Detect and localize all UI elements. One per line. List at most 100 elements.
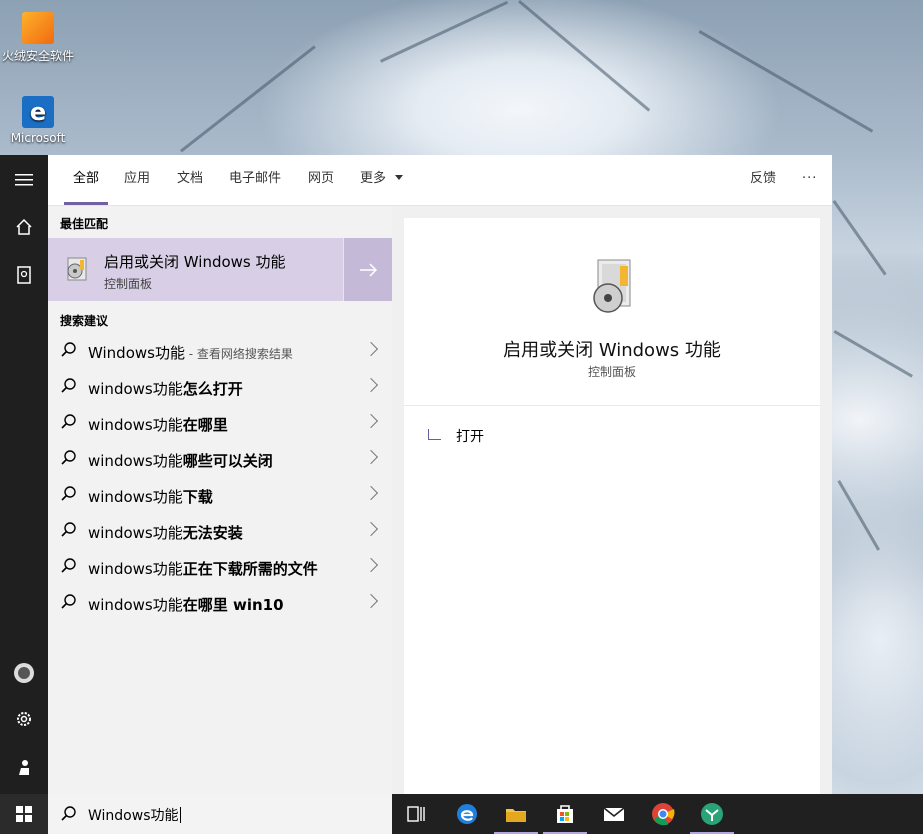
preview-pane: 启用或关闭 Windows 功能 控制面板 打开 [404,218,820,795]
tab-all[interactable]: 全部 [64,155,109,205]
file-explorer-icon[interactable] [494,800,538,834]
suggestion-prefix: windows功能 [88,452,183,470]
search-icon [61,342,76,357]
suggestions-header: 搜索建议 [60,314,109,328]
task-view-icon[interactable] [402,800,430,828]
suggestion-prefix: windows功能 [88,416,183,434]
search-icon [61,378,76,393]
tab-web[interactable]: 网页 [308,155,334,203]
expand-preview-button[interactable] [343,238,392,301]
feedback-link[interactable]: 反馈 [750,155,776,203]
user-avatar-icon[interactable] [12,662,36,686]
suggestion-row[interactable]: windows功能在哪里 win10 [48,585,392,621]
hamburger-menu-icon[interactable] [12,170,36,194]
preview-subtitle: 控制面板 [587,365,636,379]
suggestion-row[interactable]: windows功能下载 [48,477,392,513]
search-icon [61,486,76,501]
search-icon [61,558,76,573]
suggestion-bold: 怎么打开 [182,380,243,398]
taskbar-search-box[interactable]: Windows功能 [48,794,392,834]
arrow-right-icon [360,263,378,277]
suggestion-prefix: Windows功能 [88,344,185,362]
preview-header: 启用或关闭 Windows 功能 控制面板 [404,218,820,406]
chrome-icon[interactable] [649,800,677,828]
search-panel: 全部 应用 文档 电子邮件 网页 更多 反馈 ··· 最佳匹配 启用或关闭 Wi… [48,155,832,795]
desktop-icon-label: Microsoft [10,131,66,145]
home-icon[interactable] [12,218,36,242]
feedback-person-icon[interactable] [12,758,36,782]
gear-icon[interactable] [12,710,36,734]
chevron-right-icon [363,557,379,573]
text-caret [179,807,181,823]
search-value: Windows功能 [88,808,179,824]
suggestion-prefix: windows功能 [88,488,183,506]
suggestion-bold: 正在下载所需的文件 [182,560,318,578]
suggestion-row[interactable]: windows功能无法安装 [48,513,392,549]
search-icon [61,806,76,821]
suggestion-text: windows功能无法安装 [88,522,243,543]
mail-icon[interactable] [600,800,628,828]
suggestion-text: windows功能怎么打开 [88,378,243,399]
chevron-right-icon [363,485,379,501]
tab-email[interactable]: 电子邮件 [229,155,281,203]
suggestion-prefix: windows功能 [88,560,183,578]
suggestion-text: windows功能在哪里 win10 [88,594,284,615]
suggestion-bold: 在哪里 [182,416,228,434]
chevron-right-icon [363,521,379,537]
windows-features-large-icon [593,259,631,313]
suggestion-text: windows功能在哪里 [88,414,228,435]
more-options-button[interactable]: ··· [802,155,817,203]
desktop-icon-huorong[interactable]: 火绒安全软件 [0,12,76,64]
chevron-right-icon [363,341,379,357]
suggestion-row[interactable]: windows功能怎么打开 [48,369,392,405]
best-match-title: 启用或关闭 Windows 功能 [104,253,286,271]
desktop-icon-edge[interactable]: e Microsoft [0,96,76,145]
start-button[interactable] [0,794,48,834]
best-match-header: 最佳匹配 [60,217,109,231]
preview-title: 启用或关闭 Windows 功能 [503,340,721,361]
suggestion-text: windows功能下载 [88,486,213,507]
tab-more[interactable]: 更多 [360,155,404,203]
taskbar: Windows功能 [0,794,923,834]
start-rail [0,155,48,795]
suggestion-text: Windows功能 - 查看网络搜索结果 [88,342,293,363]
suggestion-prefix: windows功能 [88,524,183,542]
search-icon [61,414,76,429]
suggestion-row[interactable]: windows功能在哪里 [48,405,392,441]
open-external-icon [428,429,441,440]
suggestion-row[interactable]: Windows功能 - 查看网络搜索结果 [48,333,392,369]
store-icon[interactable] [543,800,587,834]
scope-tabs: 全部 应用 文档 电子邮件 网页 更多 反馈 ··· [48,155,832,206]
chevron-right-icon [363,449,379,465]
chevron-right-icon [363,377,379,393]
suggestion-prefix: windows功能 [88,380,183,398]
windows-logo-icon [16,806,32,822]
search-icon [61,450,76,465]
notebook-icon[interactable] [12,266,36,290]
chevron-right-icon [363,593,379,609]
edge-icon[interactable] [453,800,481,828]
best-match-item[interactable]: 启用或关闭 Windows 功能 控制面板 [48,238,392,301]
chevron-right-icon [363,413,379,429]
suggestion-row[interactable]: windows功能哪些可以关闭 [48,441,392,477]
suggestion-bold: 下载 [182,488,213,506]
results-list: 最佳匹配 启用或关闭 Windows 功能 控制面板 搜索建议 Windows功… [48,206,392,795]
suggestion-prefix: windows功能 [88,596,183,614]
suggestion-bold: 在哪里 win10 [182,596,284,614]
tab-apps[interactable]: 应用 [124,155,150,203]
suggestion-row[interactable]: windows功能正在下载所需的文件 [48,549,392,585]
suggestion-bold: 哪些可以关闭 [182,452,273,470]
suggestion-text: windows功能正在下载所需的文件 [88,558,318,579]
search-input[interactable]: Windows功能 [88,805,181,825]
edge-icon: e [22,96,54,128]
chevron-down-icon [395,175,404,180]
tab-documents[interactable]: 文档 [177,155,203,203]
best-match-subtitle: 控制面板 [104,277,153,291]
open-action-label: 打开 [456,429,484,445]
suggestion-bold: 无法安装 [182,524,243,542]
desktop-icon-label: 火绒安全软件 [1,49,74,63]
suggestion-hint: - 查看网络搜索结果 [184,347,293,361]
suggestion-text: windows功能哪些可以关闭 [88,450,273,471]
huorong-shield-icon [22,12,54,44]
app-icon[interactable] [690,800,734,834]
